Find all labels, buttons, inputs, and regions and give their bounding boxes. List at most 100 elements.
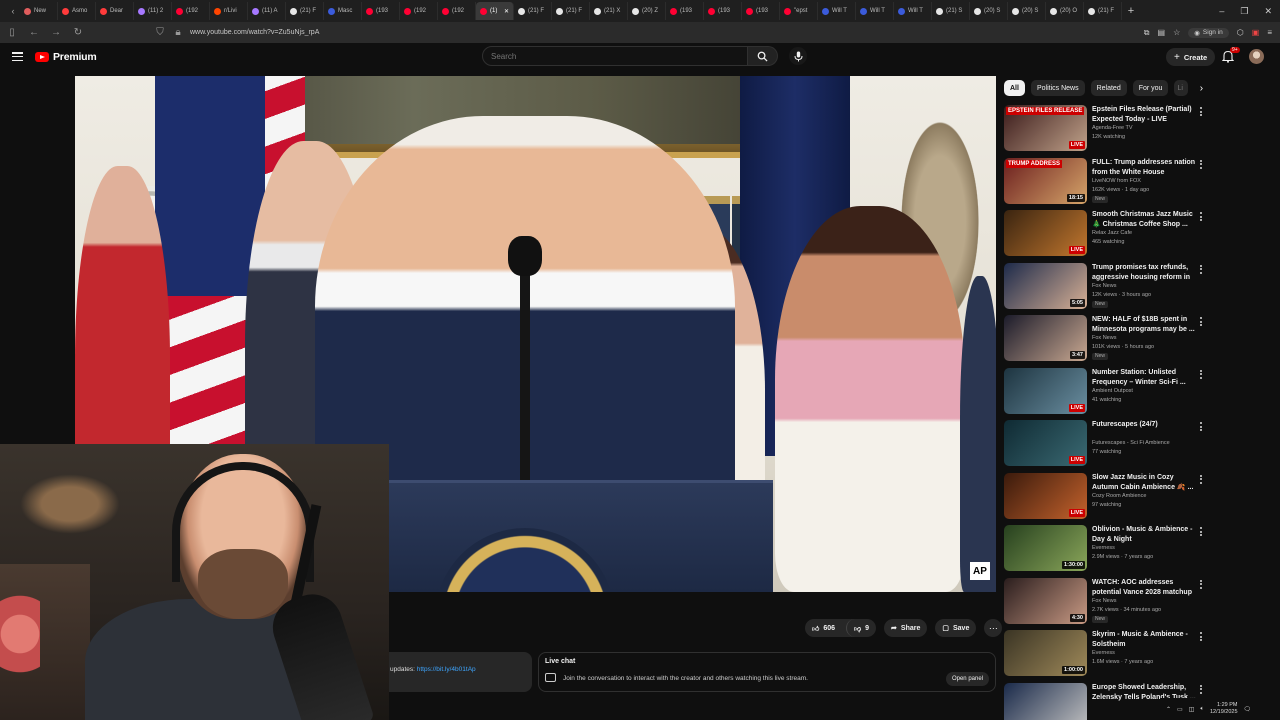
recommended-video[interactable]: 1:30:00 Oblivion - Music & Ambience - Day… xyxy=(1004,525,1209,575)
back-icon[interactable]: ← xyxy=(28,27,40,38)
youtube-premium-logo[interactable]: Premium xyxy=(35,51,97,63)
channel-name[interactable]: Relax Jazz Cafe xyxy=(1092,230,1132,236)
browser-tab[interactable]: (193 xyxy=(704,2,742,20)
more-actions-button[interactable]: ⋯ xyxy=(984,619,1003,637)
video-thumbnail[interactable]: 3:47 xyxy=(1004,315,1087,361)
video-thumbnail[interactable]: TRUMP ADDRESS 18:15 xyxy=(1004,157,1087,204)
more-options-icon[interactable] xyxy=(1199,632,1203,641)
url-text[interactable]: www.youtube.com/watch?v=Zu5uNjs_rpA xyxy=(190,29,319,36)
more-options-icon[interactable] xyxy=(1199,684,1203,694)
browser-tab[interactable]: (192 xyxy=(438,2,476,20)
filter-chip[interactable]: All xyxy=(1004,80,1025,96)
screenshot-icon[interactable]: ⧉ xyxy=(1144,28,1150,38)
video-title[interactable]: Oblivion - Music & Ambience - Day & Nigh… xyxy=(1092,525,1196,545)
browser-tab[interactable]: (21) F xyxy=(1084,2,1122,20)
create-button[interactable]: + Create xyxy=(1166,48,1216,66)
video-thumbnail[interactable]: LIVE xyxy=(1004,472,1087,519)
bookmark-star-icon[interactable]: ☆ xyxy=(1173,28,1180,37)
video-thumbnail[interactable]: LIVE xyxy=(1004,367,1087,414)
video-thumbnail[interactable]: LIVE xyxy=(1004,420,1087,466)
sidebar-toggle-icon[interactable]: ▯ xyxy=(6,27,18,38)
browser-tab[interactable]: Will T xyxy=(856,2,894,20)
recommended-video[interactable]: LIVE Slow Jazz Music in Cozy Autumn Cabin… xyxy=(1004,472,1209,523)
tab-close-icon[interactable]: ✕ xyxy=(504,8,509,15)
browser-tab[interactable]: (21) X xyxy=(590,2,628,20)
open-panel-button[interactable]: Open panel xyxy=(945,672,989,686)
reload-icon[interactable]: ↻ xyxy=(72,27,84,38)
browser-tab[interactable]: (193 xyxy=(742,2,780,20)
browser-tab[interactable]: (20) Z xyxy=(628,2,666,20)
channel-name[interactable]: Ambient Outpost xyxy=(1092,388,1133,394)
more-options-icon[interactable] xyxy=(1199,212,1203,221)
browser-tab[interactable]: (193 xyxy=(362,2,400,20)
channel-name[interactable]: Fox News xyxy=(1092,598,1116,604)
share-button[interactable]: ➦ Share xyxy=(884,619,928,637)
url-field[interactable]: ⛉ 🔒︎ www.youtube.com/watch?v=Zu5uNjs_rpA xyxy=(154,27,319,38)
more-options-icon[interactable] xyxy=(1199,107,1203,116)
browser-tab[interactable]: (21) F xyxy=(286,2,324,20)
recommended-video[interactable]: LIVE Futurescapes (24/7) Futurescapes - Sc… xyxy=(1004,420,1209,470)
video-title[interactable]: FULL: Trump addresses nation from the Wh… xyxy=(1092,158,1196,178)
tray-folder-icon[interactable]: ▭ xyxy=(1177,706,1183,713)
recommended-video[interactable]: TRUMP ADDRESS 18:15 FULL: Trump addresses … xyxy=(1004,157,1209,208)
volume-icon[interactable]: 🔈︎ xyxy=(1200,706,1204,713)
filter-chip[interactable]: For you xyxy=(1132,80,1169,96)
browser-tab[interactable]: (192 xyxy=(400,2,438,20)
search-input[interactable] xyxy=(482,46,749,66)
close-icon[interactable]: ✕ xyxy=(1264,6,1272,17)
video-title[interactable]: Slow Jazz Music in Cozy Autumn Cabin Amb… xyxy=(1092,473,1196,493)
browser-tab[interactable]: (1) ✕ xyxy=(476,2,514,20)
browser-tab[interactable]: (192 xyxy=(172,2,210,20)
search-button[interactable] xyxy=(748,46,778,66)
more-options-icon[interactable] xyxy=(1199,527,1203,536)
filter-chip[interactable]: Politics News xyxy=(1030,80,1085,96)
video-title[interactable]: NEW: HALF of $18B spent in Minnesota pro… xyxy=(1092,315,1196,335)
channel-name[interactable]: Fox News xyxy=(1092,335,1116,341)
recommended-video[interactable]: 4:30 WATCH: AOC addresses potential Vance… xyxy=(1004,577,1209,628)
video-title[interactable]: Futurescapes (24/7) xyxy=(1092,420,1196,430)
reader-icon[interactable]: ▤ xyxy=(1158,28,1166,37)
browser-tab[interactable]: (11) 2 xyxy=(134,2,172,20)
video-title[interactable]: Number Station: Unlisted Frequency – Win… xyxy=(1092,368,1196,388)
more-options-icon[interactable] xyxy=(1199,422,1203,431)
video-thumbnail[interactable]: 1:30:00 xyxy=(1004,525,1087,571)
dislike-button[interactable]: 👎︎ 9 xyxy=(846,619,876,637)
description-box[interactable]: updates: https://bit.ly/4b01tAp xyxy=(388,652,532,692)
voice-search-button[interactable] xyxy=(789,47,807,65)
save-button[interactable]: ▢ Save xyxy=(935,619,977,637)
channel-name[interactable]: Agenda-Free TV xyxy=(1092,125,1133,131)
browser-tab[interactable]: (11) A xyxy=(248,2,286,20)
forward-icon[interactable]: → xyxy=(50,27,62,38)
browser-tab[interactable]: (21) S xyxy=(932,2,970,20)
browser-menu-icon[interactable]: ≡ xyxy=(1267,28,1272,37)
video-thumbnail[interactable]: LIVE xyxy=(1004,210,1087,256)
more-options-icon[interactable] xyxy=(1199,369,1203,379)
notification-center-icon[interactable]: 🗨︎ xyxy=(1244,706,1252,713)
video-thumbnail[interactable]: 5:05 xyxy=(1004,262,1087,309)
sign-in-button[interactable]: ◉ Sign in xyxy=(1188,27,1229,38)
network-icon[interactable]: ◫ xyxy=(1189,706,1195,713)
browser-tab[interactable]: (21) F xyxy=(514,2,552,20)
more-options-icon[interactable] xyxy=(1199,579,1203,589)
minimize-icon[interactable]: – xyxy=(1219,6,1224,16)
tray-chevron-icon[interactable]: ⌃ xyxy=(1166,706,1171,713)
channel-name[interactable]: LiveNOW from FOX xyxy=(1092,178,1141,184)
browser-tab[interactable]: Asmo xyxy=(58,2,96,20)
extensions-icon[interactable]: ⬡ xyxy=(1237,28,1244,37)
channel-name[interactable]: Futurescapes - Sci Fi Ambience xyxy=(1092,440,1170,446)
video-title[interactable]: Skyrim - Music & Ambience - Solstheim xyxy=(1092,630,1196,650)
more-options-icon[interactable] xyxy=(1199,474,1203,484)
browser-tab[interactable]: New xyxy=(20,2,58,20)
browser-tab[interactable]: (20) S xyxy=(1008,2,1046,20)
recommended-video[interactable]: LIVE Smooth Christmas Jazz Music 🎄 Christ… xyxy=(1004,210,1209,260)
tab-scroll-left-icon[interactable]: ‹ xyxy=(6,6,20,16)
chips-next-arrow-icon[interactable]: › xyxy=(1194,80,1208,96)
recommended-video[interactable]: 1:00:00 Skyrim - Music & Ambience - Solst… xyxy=(1004,630,1209,680)
browser-tab[interactable]: (21) F xyxy=(552,2,590,20)
channel-name[interactable]: Cozy Room Ambience xyxy=(1092,493,1146,499)
system-clock[interactable]: 1:29 PM 12/19/2025 xyxy=(1210,702,1238,716)
browser-tab[interactable]: (20) O xyxy=(1046,2,1084,20)
new-tab-button[interactable]: + xyxy=(1122,5,1140,17)
recommended-video[interactable]: 3:47 NEW: HALF of $18B spent in Minnesota… xyxy=(1004,315,1209,365)
recommended-video[interactable]: LIVE Number Station: Unlisted Frequency –… xyxy=(1004,367,1209,418)
